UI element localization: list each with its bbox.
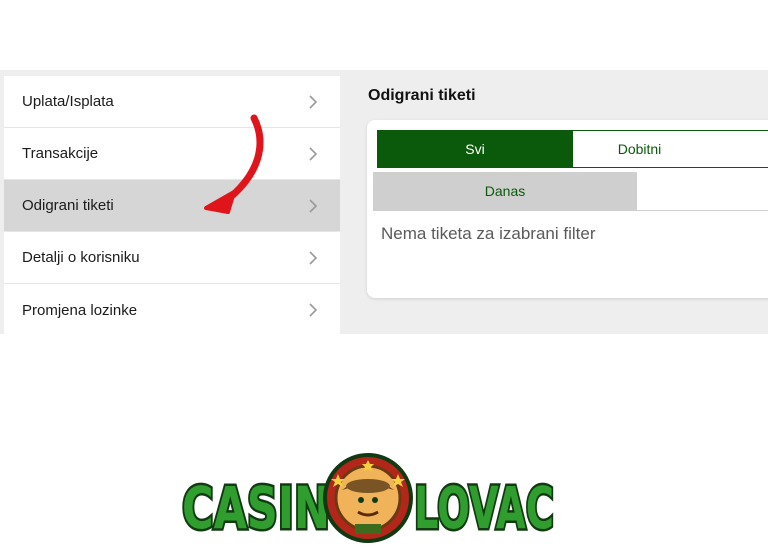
sidebar-item-detalji-o-korisniku[interactable]: Detalji o korisniku	[4, 232, 340, 284]
sidebar-item-label: Promjena lozinke	[22, 301, 138, 319]
sidebar-item-uplata-isplata[interactable]: Uplata/Isplata	[4, 76, 340, 128]
chevron-right-icon	[304, 301, 322, 319]
red-arrow-annotation-icon	[204, 114, 264, 214]
period-tabs: Danas Ju	[373, 172, 768, 211]
tab-danas[interactable]: Danas	[373, 172, 637, 210]
logo-right-text: LOVAC	[412, 472, 557, 545]
account-sidebar: Uplata/Isplata Transakcije Odigrani tike…	[4, 76, 340, 336]
chevron-right-icon	[304, 249, 322, 267]
empty-state-message: Nema tiketa za izabrani filter	[381, 224, 596, 243]
sidebar-item-promjena-lozinke[interactable]: Promjena lozinke	[4, 284, 340, 336]
logo-medallion-icon	[323, 453, 413, 543]
tab-juce[interactable]: Ju	[637, 172, 768, 210]
page-title: Odigrani tiketi	[368, 87, 476, 104]
outcome-tabs: Svi Dobitni	[377, 130, 768, 168]
chevron-right-icon	[304, 145, 322, 163]
svg-text:CASIN: CASIN	[182, 474, 330, 542]
tickets-card: Svi Dobitni Danas Ju Nema tiketa za izab…	[367, 120, 768, 298]
sidebar-item-transakcije[interactable]: Transakcije	[4, 128, 340, 180]
sidebar-item-label: Uplata/Isplata	[22, 93, 114, 110]
tab-svi[interactable]: Svi	[377, 130, 573, 168]
svg-text:LOVAC: LOVAC	[414, 474, 554, 542]
casino-lovac-logo: CASIN LOVAC	[180, 453, 557, 545]
tab-dobitni[interactable]: Dobitni	[573, 130, 768, 168]
logo-left-text: CASIN	[180, 472, 333, 545]
sidebar-item-odigrani-tiketi[interactable]: Odigrani tiketi	[4, 180, 340, 232]
sidebar-item-label: Odigrani tiketi	[22, 197, 114, 214]
chevron-right-icon	[304, 197, 322, 215]
sidebar-item-label: Transakcije	[22, 145, 99, 162]
sidebar-item-label: Detalji o korisniku	[22, 249, 140, 266]
chevron-right-icon	[304, 93, 322, 111]
